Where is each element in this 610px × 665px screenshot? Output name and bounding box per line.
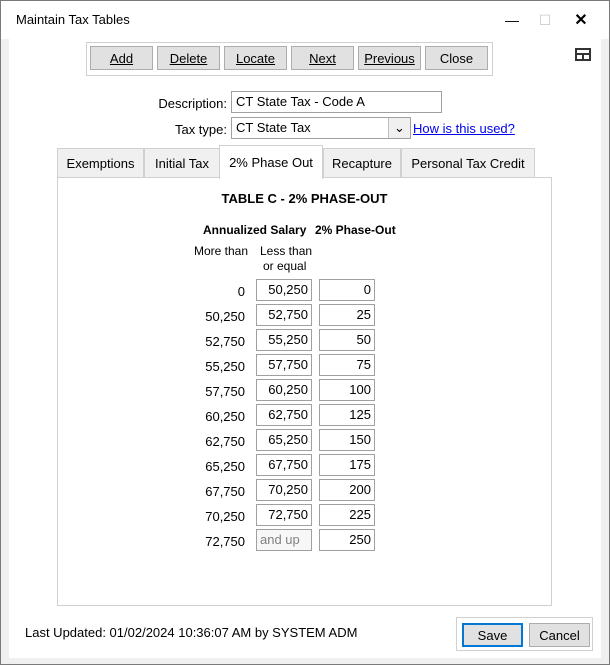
phase-out-field[interactable]: 125 bbox=[319, 404, 375, 426]
add-button-label: Add bbox=[109, 50, 134, 66]
save-button[interactable]: Save bbox=[462, 623, 523, 647]
less-than-field[interactable]: 60,250 bbox=[256, 379, 312, 401]
close-window-icon[interactable]: ✕ bbox=[567, 9, 595, 31]
previous-button-label: Previous bbox=[364, 50, 415, 66]
less-than-field: and up bbox=[256, 529, 312, 551]
phase-out-field[interactable]: 75 bbox=[319, 354, 375, 376]
tax-type-value: CT State Tax bbox=[236, 120, 311, 135]
last-updated-text: Last Updated: 01/02/2024 10:36:07 AM by … bbox=[25, 625, 358, 640]
phase-out-field[interactable]: 0 bbox=[319, 279, 375, 301]
less-than-field[interactable]: 62,750 bbox=[256, 404, 312, 426]
tab-personal-tax-credit-label: Personal Tax Credit bbox=[411, 156, 525, 171]
tab-initial-tax[interactable]: Initial Tax bbox=[144, 148, 220, 178]
cancel-button[interactable]: Cancel bbox=[529, 623, 590, 647]
cancel-button-label: Cancel bbox=[539, 627, 580, 643]
phase-out-field[interactable]: 25 bbox=[319, 304, 375, 326]
more-than-value: 52,750 bbox=[205, 334, 245, 349]
phase-out-field[interactable]: 50 bbox=[319, 329, 375, 351]
more-than-value: 55,250 bbox=[205, 359, 245, 374]
tab-recapture[interactable]: Recapture bbox=[323, 148, 401, 178]
save-button-label: Save bbox=[477, 627, 508, 643]
previous-button[interactable]: Previous bbox=[358, 46, 421, 70]
table-title: TABLE C - 2% PHASE-OUT bbox=[221, 191, 388, 206]
title-bar: Maintain Tax Tables — ☐ ✕ bbox=[1, 1, 609, 39]
less-than-field[interactable]: 50,250 bbox=[256, 279, 312, 301]
more-than-value: 57,750 bbox=[205, 384, 245, 399]
maintain-tax-tables-window: Maintain Tax Tables — ☐ ✕ Add Delete Loc… bbox=[0, 0, 610, 665]
locate-button[interactable]: Locate bbox=[224, 46, 287, 70]
locate-button-label: Locate bbox=[235, 50, 276, 66]
maximize-icon: ☐ bbox=[538, 11, 552, 28]
more-than-value: 62,750 bbox=[205, 434, 245, 449]
less-than-header-line1: Less than bbox=[260, 244, 313, 258]
tab-recapture-label: Recapture bbox=[332, 156, 392, 171]
tab-2-percent-phase-out[interactable]: 2% Phase Out bbox=[219, 145, 323, 179]
more-than-value: 70,250 bbox=[205, 509, 245, 524]
phase-out-field[interactable]: 200 bbox=[319, 479, 375, 501]
close-button-label: Close bbox=[439, 50, 474, 66]
toolbar: Add Delete Locate Next Previous Close bbox=[86, 42, 493, 76]
less-than-field[interactable]: 70,250 bbox=[256, 479, 312, 501]
phase-out-panel: TABLE C - 2% PHASE-OUT Annualized Salary… bbox=[57, 177, 552, 606]
next-button[interactable]: Next bbox=[291, 46, 354, 70]
layout-icon[interactable] bbox=[575, 48, 591, 61]
less-than-field[interactable]: 52,750 bbox=[256, 304, 312, 326]
tax-type-label: Tax type: bbox=[174, 122, 227, 137]
tab-initial-tax-label: Initial Tax bbox=[155, 156, 209, 171]
how-is-this-used-link[interactable]: How is this used? bbox=[413, 121, 515, 136]
more-than-value: 60,250 bbox=[205, 409, 245, 424]
footer-buttons: Save Cancel bbox=[456, 617, 593, 651]
phase-out-field[interactable]: 250 bbox=[319, 529, 375, 551]
less-than-field[interactable]: 55,250 bbox=[256, 329, 312, 351]
phase-out-field[interactable]: 175 bbox=[319, 454, 375, 476]
phase-out-header: 2% Phase-Out bbox=[315, 223, 396, 237]
minimize-icon[interactable]: — bbox=[498, 9, 526, 31]
tax-type-select[interactable]: CT State Tax ⌄ bbox=[231, 117, 411, 139]
tab-exemptions[interactable]: Exemptions bbox=[57, 148, 144, 178]
less-than-field[interactable]: 57,750 bbox=[256, 354, 312, 376]
chevron-down-icon[interactable]: ⌄ bbox=[388, 118, 410, 138]
dialog-content: Add Delete Locate Next Previous Close De… bbox=[9, 39, 601, 658]
less-than-field[interactable]: 65,250 bbox=[256, 429, 312, 451]
description-field[interactable]: CT State Tax - Code A bbox=[231, 91, 442, 113]
add-button[interactable]: Add bbox=[90, 46, 153, 70]
less-than-header-line2: or equal bbox=[263, 259, 307, 273]
delete-button[interactable]: Delete bbox=[157, 46, 220, 70]
description-label: Description: bbox=[158, 96, 227, 111]
next-button-label: Next bbox=[309, 50, 336, 66]
more-than-value: 50,250 bbox=[205, 309, 245, 324]
phase-out-field[interactable]: 225 bbox=[319, 504, 375, 526]
tab-personal-tax-credit[interactable]: Personal Tax Credit bbox=[401, 148, 535, 178]
more-than-value: 72,750 bbox=[205, 534, 245, 549]
phase-out-field[interactable]: 150 bbox=[319, 429, 375, 451]
annualized-salary-header: Annualized Salary bbox=[203, 223, 307, 237]
tab-exemptions-label: Exemptions bbox=[66, 156, 135, 171]
phase-out-field[interactable]: 100 bbox=[319, 379, 375, 401]
delete-button-label: Delete bbox=[169, 50, 208, 66]
tab-2-percent-phase-out-label: 2% Phase Out bbox=[229, 155, 313, 170]
close-button[interactable]: Close bbox=[425, 46, 488, 70]
more-than-header: More than bbox=[194, 244, 249, 258]
more-than-value: 67,750 bbox=[205, 484, 245, 499]
less-than-field[interactable]: 72,750 bbox=[256, 504, 312, 526]
window-title: Maintain Tax Tables bbox=[16, 12, 130, 27]
less-than-field[interactable]: 67,750 bbox=[256, 454, 312, 476]
more-than-value: 65,250 bbox=[205, 459, 245, 474]
more-than-value: 0 bbox=[237, 284, 245, 299]
